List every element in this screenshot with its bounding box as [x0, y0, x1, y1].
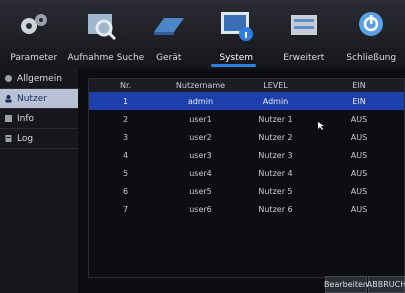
- cell-status: AUS: [350, 114, 368, 124]
- nav-item-erweitert[interactable]: Erweitert: [270, 0, 338, 69]
- hard-drive-icon: [153, 18, 184, 35]
- info-icon: [4, 114, 13, 123]
- cell-nr: 1: [122, 96, 129, 106]
- sidebar: Allgemein Nutzer Info Log: [0, 69, 78, 293]
- cell-status: EIN: [352, 96, 366, 106]
- table-row[interactable]: 4 user3 Nutzer 3 AUS: [88, 146, 405, 164]
- sidebar-item-allgemein[interactable]: Allgemein: [0, 69, 78, 89]
- gears-icon: [20, 14, 47, 34]
- header-ein: EIN: [352, 80, 366, 90]
- user-panel: Nr. Nutzername LEVEL EIN 1 admin Admin E…: [84, 72, 405, 278]
- power-icon: [359, 12, 384, 36]
- cell-level: Nutzer 6: [258, 204, 293, 214]
- sidebar-item-nutzer[interactable]: Nutzer: [0, 89, 78, 109]
- advanced-icon: [290, 15, 317, 35]
- sidebar-label-info: Info: [17, 113, 35, 124]
- nav-label-system: System: [219, 53, 254, 63]
- cell-nr: 5: [122, 168, 129, 178]
- nav-label-erweitert: Erweitert: [283, 53, 325, 63]
- cell-level: Nutzer 5: [258, 186, 293, 196]
- header-nutzername: Nutzername: [175, 80, 226, 90]
- cell-username: user1: [189, 114, 212, 124]
- user-table: Nr. Nutzername LEVEL EIN 1 admin Admin E…: [88, 78, 405, 218]
- nav-item-parameter[interactable]: Parameter: [0, 0, 68, 69]
- cell-level: Admin: [262, 96, 289, 106]
- table-row[interactable]: 3 user2 Nutzer 2 AUS: [88, 128, 405, 146]
- edit-button[interactable]: Bearbeiten: [324, 276, 368, 293]
- sidebar-label-nutzer: Nutzer: [17, 93, 47, 104]
- table-row[interactable]: 1 admin Admin EIN: [88, 92, 405, 110]
- header-nr: Nr.: [119, 80, 132, 90]
- cell-status: AUS: [350, 150, 368, 160]
- nvr-screen: Parameter Aufnahme Suche Gerät System Er…: [0, 0, 405, 293]
- magnifier-icon: [88, 14, 117, 41]
- nav-label-schliessung: Schließung: [346, 53, 397, 63]
- cell-username: admin: [187, 96, 214, 106]
- cell-status: AUS: [350, 204, 368, 214]
- cell-nr: 6: [122, 186, 129, 196]
- active-tab-indicator: [211, 64, 256, 67]
- nav-item-system[interactable]: System: [203, 0, 271, 69]
- cell-level: Nutzer 2: [258, 132, 293, 142]
- table-row[interactable]: 6 user5 Nutzer 5 AUS: [88, 182, 405, 200]
- table-row[interactable]: 2 user1 Nutzer 1 AUS: [88, 110, 405, 128]
- table-row[interactable]: 7 user6 Nutzer 6 AUS: [88, 200, 405, 218]
- cell-username: user2: [189, 132, 212, 142]
- user-icon: [4, 94, 13, 103]
- system-info-icon: [221, 12, 254, 41]
- cell-username: user4: [189, 168, 212, 178]
- nav-item-schliessung[interactable]: Schließung: [338, 0, 405, 69]
- sidebar-label-log: Log: [17, 133, 34, 144]
- cell-level: Nutzer 1: [258, 114, 293, 124]
- cell-nr: 3: [122, 132, 129, 142]
- cancel-button[interactable]: ABBRUCH: [367, 276, 405, 293]
- general-icon: [4, 74, 13, 83]
- cell-username: user6: [189, 204, 212, 214]
- cell-status: AUS: [350, 186, 368, 196]
- nav-label-aufnahme-suche: Aufnahme Suche: [67, 53, 145, 63]
- mouse-cursor-icon: [318, 122, 324, 130]
- nav-label-geraet: Gerät: [156, 53, 182, 63]
- cell-username: user3: [189, 150, 212, 160]
- cell-level: Nutzer 3: [258, 150, 293, 160]
- nav-item-geraet[interactable]: Gerät: [135, 0, 203, 69]
- nav-item-aufnahme-suche[interactable]: Aufnahme Suche: [67, 0, 145, 69]
- sidebar-label-allgemein: Allgemein: [17, 73, 62, 84]
- log-icon: [4, 134, 13, 143]
- cell-nr: 7: [122, 204, 129, 214]
- cell-status: AUS: [350, 168, 368, 178]
- cell-username: user5: [189, 186, 212, 196]
- sidebar-item-log[interactable]: Log: [0, 129, 78, 149]
- cell-level: Nutzer 4: [258, 168, 293, 178]
- table-header: Nr. Nutzername LEVEL EIN: [88, 78, 405, 92]
- cell-status: AUS: [350, 132, 368, 142]
- table-row[interactable]: 5 user4 Nutzer 4 AUS: [88, 164, 405, 182]
- nav-label-parameter: Parameter: [10, 53, 58, 63]
- cell-nr: 2: [122, 114, 129, 124]
- header-level: LEVEL: [263, 80, 288, 90]
- sidebar-item-info[interactable]: Info: [0, 109, 78, 129]
- cell-nr: 4: [122, 150, 129, 160]
- top-navigation: Parameter Aufnahme Suche Gerät System Er…: [0, 0, 405, 69]
